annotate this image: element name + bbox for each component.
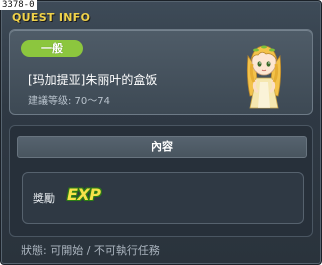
reward-box: 獎勵 EXP <box>22 172 304 224</box>
npc-portrait-icon <box>246 45 282 109</box>
quest-status: 狀態: 可開始 / 不可執行任務 <box>21 244 160 257</box>
reward-label: 獎勵 <box>33 192 55 205</box>
quest-level-requirement: 建議等级: 70～74 <box>28 96 110 107</box>
quest-name: [玛加提亚]朱丽叶的盒饭 <box>28 73 158 87</box>
quest-category-badge: 一般 <box>21 40 83 57</box>
content-section-header: 內容 <box>17 136 307 158</box>
exp-icon: EXP <box>67 185 101 204</box>
window-title: QUEST INFO <box>12 11 91 24</box>
quest-content-panel: 內容 獎勵 EXP <box>9 125 313 237</box>
window-id-tag: 3378-0 <box>0 0 37 10</box>
quest-summary-panel: 一般 [玛加提亚]朱丽叶的盒饭 建議等级: 70～74 <box>9 29 313 115</box>
quest-info-window: QUEST INFO 一般 [玛加提亚]朱丽叶的盒饭 建議等级: 70～74 內… <box>0 0 322 265</box>
